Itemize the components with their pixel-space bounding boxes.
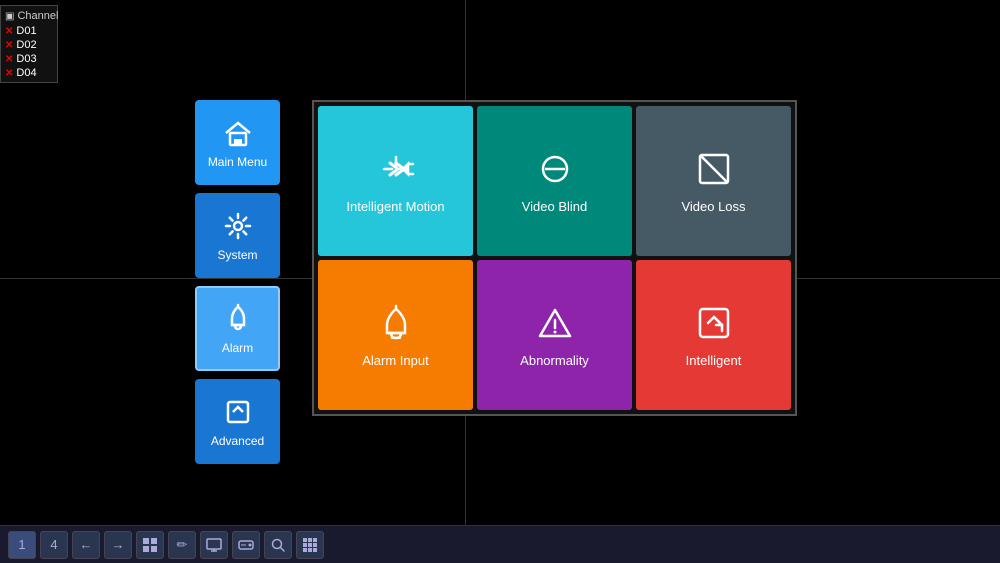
toolbar-btn-back[interactable]: ← <box>72 531 100 559</box>
channel-d03: ✕ D03 <box>1 52 57 66</box>
pencil-icon: ✏ <box>177 537 188 553</box>
video-loss-label: Video Loss <box>681 199 745 214</box>
error-icon-d04: ✕ <box>5 68 13 79</box>
advanced-tile[interactable]: Advanced <box>195 379 280 464</box>
channel-d04: ✕ D04 <box>1 66 57 80</box>
toolbar-btn-layout[interactable] <box>136 531 164 559</box>
toolbar-btn-pencil[interactable]: ✏ <box>168 531 196 559</box>
system-label: System <box>217 248 257 262</box>
video-loss-icon <box>694 149 734 189</box>
error-icon-d02: ✕ <box>5 40 13 51</box>
toolbar-btn-grid[interactable] <box>296 531 324 559</box>
abnormality-icon <box>535 303 575 343</box>
toolbar-btn-search[interactable] <box>264 531 292 559</box>
side-menu: Main Menu System Alarm Advanced <box>195 100 280 464</box>
error-icon-d03: ✕ <box>5 54 13 65</box>
main-menu-tile[interactable]: Main Menu <box>195 100 280 185</box>
channel-title: Channel <box>1 8 57 24</box>
channel-d03-label: D03 <box>16 53 36 65</box>
toolbar-btn-1[interactable]: 1 <box>8 531 36 559</box>
channel-d01: ✕ D01 <box>1 24 57 38</box>
motion-icon <box>376 149 416 189</box>
toolbar-btn-hdd[interactable] <box>232 531 260 559</box>
monitor-icon <box>206 538 222 552</box>
intelligent-tile[interactable]: Intelligent <box>636 260 791 410</box>
system-tile[interactable]: System <box>195 193 280 278</box>
intelligent-motion-label: Intelligent Motion <box>346 199 444 214</box>
alarm-input-tile[interactable]: Alarm Input <box>318 260 473 410</box>
video-loss-tile[interactable]: Video Loss <box>636 106 791 256</box>
intelligent-icon <box>694 303 734 343</box>
gear-icon <box>222 210 254 242</box>
back-icon: ← <box>80 537 93 552</box>
channel-d02: ✕ D02 <box>1 38 57 52</box>
video-blind-label: Video Blind <box>522 199 588 214</box>
toolbar: 1 4 ← → ✏ <box>0 525 1000 563</box>
toolbar-btn-forward[interactable]: → <box>104 531 132 559</box>
alarm-label: Alarm <box>222 341 253 355</box>
advanced-label: Advanced <box>211 434 264 448</box>
alarm-grid: Intelligent Motion Video Blind Video Los… <box>312 100 797 416</box>
toolbar-btn-4[interactable]: 4 <box>40 531 68 559</box>
forward-icon: → <box>112 537 125 552</box>
abnormality-label: Abnormality <box>520 353 589 368</box>
alarm-tile[interactable]: Alarm <box>195 286 280 371</box>
main-menu-label: Main Menu <box>208 155 267 169</box>
channel-d04-label: D04 <box>16 67 36 79</box>
toolbar-icon-1: 1 <box>18 537 25 552</box>
channel-d01-label: D01 <box>16 25 36 37</box>
grid-icon <box>302 537 318 553</box>
channel-sidebar: Channel ✕ D01 ✕ D02 ✕ D03 ✕ D04 <box>0 5 58 83</box>
abnormality-tile[interactable]: Abnormality <box>477 260 632 410</box>
bell-icon <box>222 303 254 335</box>
intelligent-motion-tile[interactable]: Intelligent Motion <box>318 106 473 256</box>
error-icon-d01: ✕ <box>5 26 13 37</box>
search-icon <box>270 537 286 553</box>
alarm-input-label: Alarm Input <box>362 353 428 368</box>
toolbar-icon-4: 4 <box>50 537 57 552</box>
video-blind-icon <box>535 149 575 189</box>
intelligent-label: Intelligent <box>686 353 742 368</box>
home-icon <box>222 117 254 149</box>
video-blind-tile[interactable]: Video Blind <box>477 106 632 256</box>
toolbar-btn-display[interactable] <box>200 531 228 559</box>
advanced-icon <box>222 396 254 428</box>
channel-d02-label: D02 <box>16 39 36 51</box>
layout-icon <box>142 537 158 553</box>
hdd-icon <box>238 538 254 552</box>
alarm-input-icon <box>376 303 416 343</box>
